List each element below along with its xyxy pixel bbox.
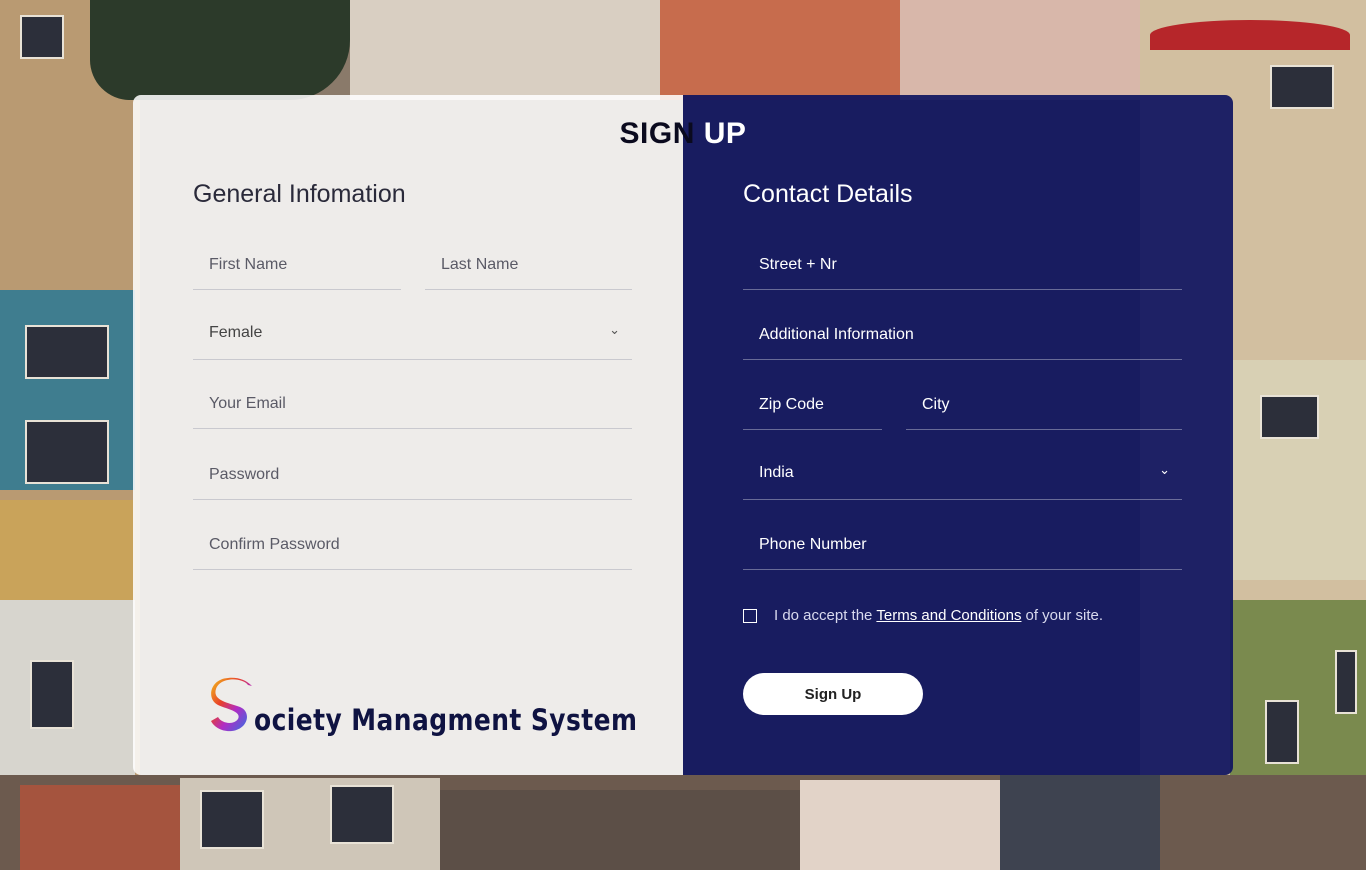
first-name-field[interactable]: [193, 240, 401, 290]
password-field[interactable]: [193, 450, 632, 500]
email-input[interactable]: [193, 379, 632, 428]
password-input[interactable]: [193, 450, 632, 499]
city-field[interactable]: [906, 380, 1182, 430]
page-title: SIGN UP: [133, 117, 1233, 151]
terms-checkbox[interactable]: [743, 608, 757, 623]
zip-code-input[interactable]: [743, 380, 882, 429]
chevron-down-icon: ⌄: [609, 322, 620, 337]
additional-info-input[interactable]: [743, 310, 1182, 359]
terms-row: I do accept the Terms and Conditions of …: [743, 607, 1103, 624]
page-title-part2: UP: [703, 117, 747, 150]
country-selected-value: India: [759, 464, 794, 481]
chevron-down-icon: ⌄: [1159, 462, 1170, 477]
zip-code-field[interactable]: [743, 380, 882, 430]
signup-card: General Infomation Female ⌄: [133, 95, 1233, 775]
street-field[interactable]: [743, 240, 1182, 290]
first-name-input[interactable]: [193, 240, 401, 289]
general-information-heading: General Infomation: [193, 180, 406, 208]
terms-link[interactable]: Terms and Conditions: [876, 607, 1021, 624]
last-name-input[interactable]: [425, 240, 632, 289]
confirm-password-field[interactable]: [193, 520, 632, 570]
last-name-field[interactable]: [425, 240, 632, 290]
country-select[interactable]: India ⌄: [743, 450, 1182, 500]
terms-prefix: I do accept the: [774, 607, 873, 624]
confirm-password-input[interactable]: [193, 520, 632, 569]
contact-details-heading: Contact Details: [743, 180, 913, 208]
logo-s-icon: [211, 677, 252, 732]
street-input[interactable]: [743, 240, 1182, 289]
city-input[interactable]: [906, 380, 1182, 429]
gender-select[interactable]: Female ⌄: [193, 310, 632, 360]
sign-up-button[interactable]: Sign Up: [743, 673, 923, 715]
phone-field[interactable]: [743, 520, 1182, 570]
additional-info-field[interactable]: [743, 310, 1182, 360]
general-information-panel: General Infomation Female ⌄: [133, 95, 683, 775]
logo: ociety Managment System: [208, 667, 700, 737]
page-title-part1: SIGN: [619, 117, 695, 150]
terms-suffix: of your site.: [1025, 607, 1104, 624]
phone-input[interactable]: [743, 520, 1182, 569]
email-field[interactable]: [193, 379, 632, 429]
gender-selected-value: Female: [209, 324, 263, 341]
logo-text: ociety Managment System: [254, 703, 638, 737]
contact-details-panel: Contact Details India ⌄ I do accept the …: [683, 95, 1233, 775]
